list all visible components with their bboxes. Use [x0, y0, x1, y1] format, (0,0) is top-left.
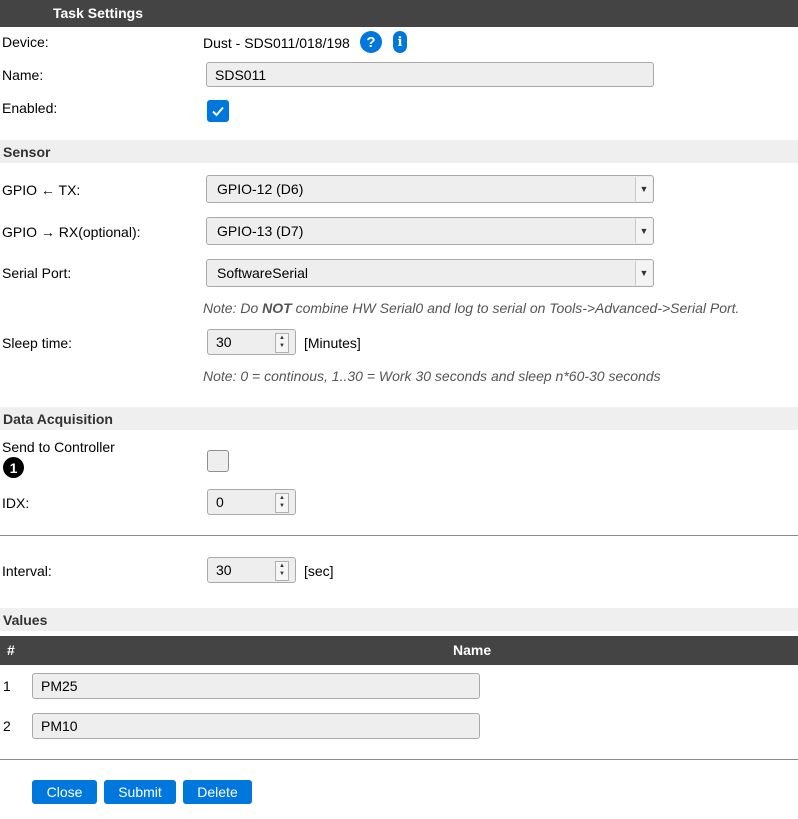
interval-input[interactable]: 30 ▲ ▼ [207, 557, 296, 583]
info-icon[interactable]: i [393, 31, 407, 53]
device-label: Device: [2, 34, 49, 50]
gpio-rx-select[interactable]: GPIO-13 (D7) ▼ [206, 217, 654, 245]
send-to-controller-label: Send to Controller [2, 439, 115, 455]
column-header-num: # [7, 642, 15, 658]
spinner-arrows-icon[interactable]: ▲ ▼ [275, 333, 289, 353]
table-row-num: 1 [3, 678, 11, 694]
idx-value: 0 [216, 494, 224, 510]
chevron-down-icon: ▼ [635, 177, 652, 201]
gpio-tx-label: GPIO ← TX: [2, 182, 81, 198]
gpio-tx-value: GPIO-12 (D6) [217, 181, 304, 197]
serial-note-pre: Note: Do [203, 300, 263, 316]
send-to-controller-checkbox[interactable] [207, 450, 229, 472]
interval-unit: [sec] [304, 563, 334, 579]
idx-label: IDX: [2, 495, 30, 511]
submit-button[interactable]: Submit [104, 780, 176, 804]
device-value: Dust - SDS011/018/198 [203, 35, 350, 51]
divider [0, 759, 798, 760]
serial-port-select[interactable]: SoftwareSerial ▼ [206, 259, 654, 287]
gpio-rx-label: GPIO → RX(optional): [2, 224, 141, 240]
name-input[interactable]: SDS011 [206, 62, 654, 87]
serial-note-post: combine HW Serial0 and log to serial on … [291, 300, 740, 316]
values-section-title: Values [3, 612, 48, 628]
data-acquisition-section-bar [0, 407, 798, 430]
page-title: Task Settings [53, 5, 143, 21]
table-row-num: 2 [3, 718, 11, 734]
checkmark-icon [212, 106, 224, 117]
close-button[interactable]: Close [32, 780, 97, 804]
sensor-section-title: Sensor [3, 144, 51, 160]
data-acquisition-section-title: Data Acquisition [3, 411, 113, 427]
name-label: Name: [2, 67, 44, 83]
column-header-name: Name [453, 642, 492, 658]
chevron-down-icon: ▼ [635, 219, 652, 243]
value-name-1: PM25 [41, 678, 78, 694]
question-circle-icon[interactable]: ? [360, 31, 382, 53]
values-table-header: # Name [0, 636, 798, 665]
divider [0, 535, 798, 536]
value-name-input-2[interactable]: PM10 [32, 713, 480, 739]
name-input-value: SDS011 [215, 66, 267, 83]
enabled-checkbox[interactable] [207, 100, 229, 122]
enabled-label: Enabled: [2, 100, 58, 116]
sleep-note: Note: 0 = continous, 1..30 = Work 30 sec… [203, 368, 661, 384]
gpio-rx-value: GPIO-13 (D7) [217, 223, 304, 239]
sleep-time-label: Sleep time: [2, 335, 73, 351]
idx-input[interactable]: 0 ▲ ▼ [207, 489, 296, 515]
controller-number-badge: 1 [3, 457, 24, 478]
serial-note-bold: NOT [262, 300, 292, 316]
sensor-section-bar [0, 140, 798, 163]
sleep-time-value: 30 [216, 334, 232, 350]
sleep-time-unit: [Minutes] [304, 335, 361, 351]
gpio-tx-select[interactable]: GPIO-12 (D6) ▼ [206, 175, 654, 203]
spinner-arrows-icon[interactable]: ▲ ▼ [275, 493, 289, 513]
serial-note: Note: Do NOT combine HW Serial0 and log … [203, 300, 739, 316]
interval-label: Interval: [2, 563, 52, 579]
value-name-input-1[interactable]: PM25 [32, 673, 480, 699]
spinner-arrows-icon[interactable]: ▲ ▼ [275, 561, 289, 581]
value-name-2: PM10 [41, 718, 78, 734]
serial-port-label: Serial Port: [2, 265, 72, 281]
sleep-time-input[interactable]: 30 ▲ ▼ [207, 329, 296, 355]
values-section-bar [0, 608, 798, 631]
delete-button[interactable]: Delete [183, 780, 252, 804]
serial-port-value: SoftwareSerial [217, 265, 309, 281]
interval-value: 30 [216, 562, 232, 578]
chevron-down-icon: ▼ [635, 261, 652, 285]
